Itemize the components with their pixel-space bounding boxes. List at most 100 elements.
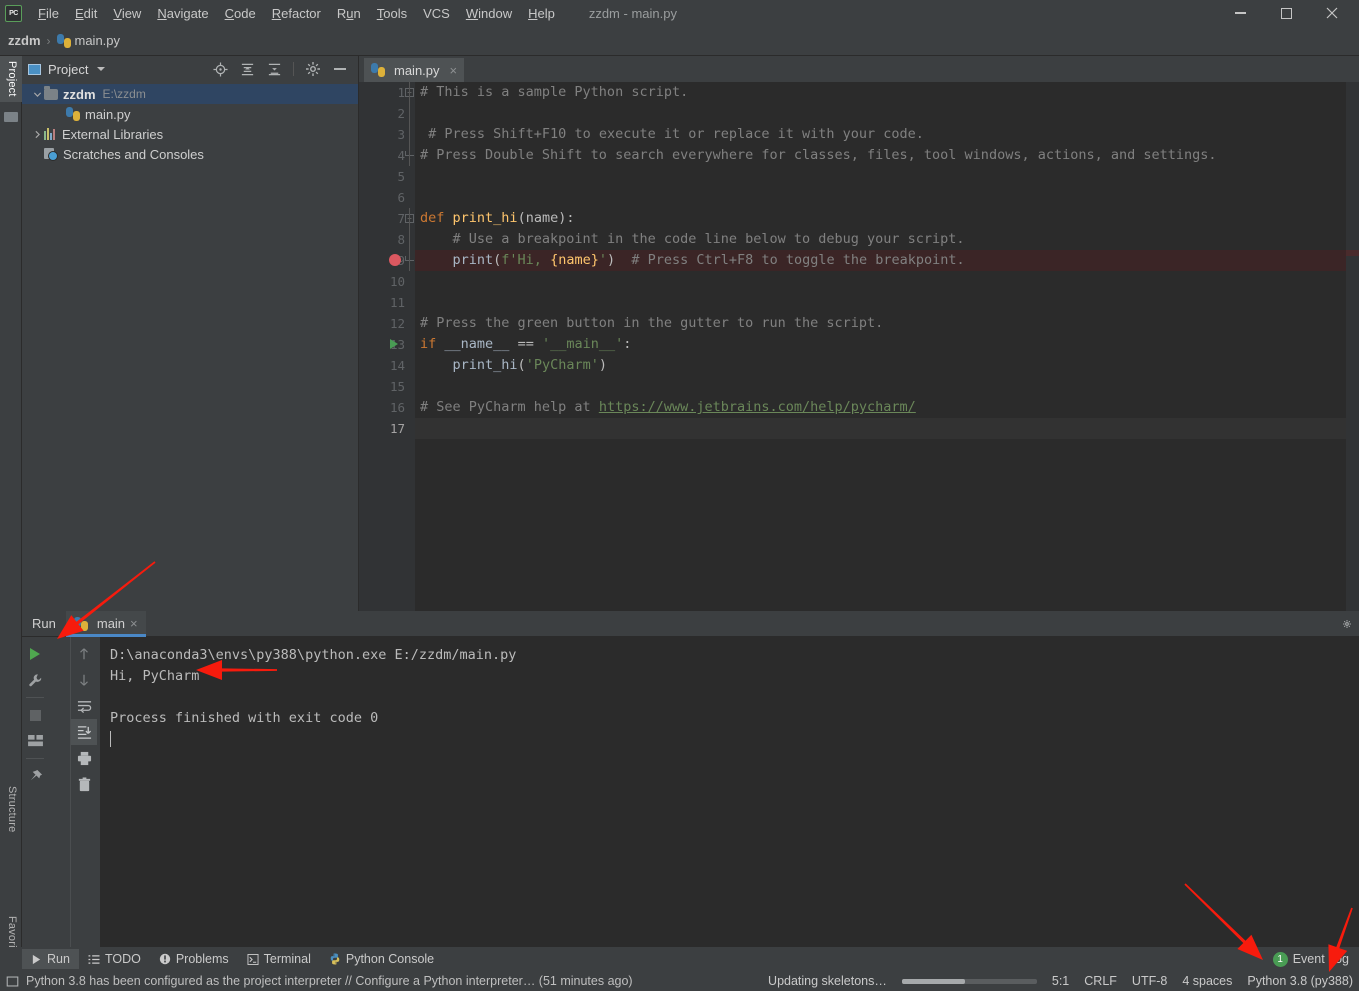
breadcrumb-project[interactable]: zzdm (8, 33, 41, 48)
menu-item-code[interactable]: Code (217, 3, 264, 24)
caret-position[interactable]: 5:1 (1052, 974, 1069, 988)
editor-tab-main-py[interactable]: main.py × (364, 58, 465, 82)
menu-item-view[interactable]: View (105, 3, 149, 24)
run-actions-console[interactable] (70, 637, 100, 947)
scroll-to-end-icon[interactable] (71, 719, 97, 745)
code-line[interactable]: print(f'Hi, {name}') # Press Ctrl+F8 to … (415, 250, 1359, 271)
run-tab-main[interactable]: main × (65, 610, 146, 637)
code-line[interactable]: def print_hi(name): (415, 208, 1359, 229)
menu-item-window[interactable]: Window (458, 3, 520, 24)
collapse-all-icon[interactable] (266, 61, 282, 77)
menu-item-edit[interactable]: Edit (67, 3, 105, 24)
fold-line (409, 103, 410, 124)
code-editor[interactable]: 1−234567−891011121314151617 # This is a … (359, 82, 1359, 611)
minimize-button[interactable] (1217, 0, 1263, 26)
python-file-icon (73, 616, 88, 631)
print-icon[interactable] (71, 745, 97, 771)
bottom-tab-python-console[interactable]: Python Console (320, 949, 443, 969)
tree-node-zzdm[interactable]: zzdm E:\zzdm (22, 84, 358, 104)
rerun-icon[interactable] (22, 641, 48, 667)
menu-item-help[interactable]: Help (520, 3, 563, 24)
left-tool-window-strip: Project Structure Favorites (0, 56, 22, 963)
breakpoint-marker[interactable] (1346, 250, 1359, 256)
code-line[interactable] (415, 292, 1359, 313)
code-line[interactable]: # Use a breakpoint in the code line belo… (415, 229, 1359, 250)
menu-item-vcs[interactable]: VCS (415, 3, 458, 24)
code-line[interactable]: print_hi('PyCharm') (415, 355, 1359, 376)
status-message[interactable]: Python 3.8 has been configured as the pr… (26, 974, 633, 988)
stop-icon[interactable] (22, 702, 48, 728)
code-line[interactable]: # See PyCharm help at https://www.jetbra… (415, 397, 1359, 418)
code-line[interactable] (415, 376, 1359, 397)
expand-all-icon[interactable] (239, 61, 255, 77)
pycharm-logo-icon: PC (5, 4, 22, 22)
trash-icon[interactable] (71, 771, 97, 797)
maximize-button[interactable] (1263, 0, 1309, 26)
run-console-output[interactable]: D:\anaconda3\envs\py388\python.exe E:/zz… (100, 637, 1359, 947)
code-line[interactable] (415, 187, 1359, 208)
close-button[interactable] (1309, 0, 1355, 26)
tree-node-scratches-and-consoles[interactable]: Scratches and Consoles (22, 144, 358, 164)
editor-marker-bar[interactable] (1346, 82, 1359, 611)
event-log-button[interactable]: 1 Event Log (1272, 951, 1359, 967)
menu-item-file[interactable]: File (30, 3, 67, 24)
project-tree[interactable]: zzdm E:\zzdm main.py External Libraries Scra… (22, 82, 358, 164)
run-gutter-icon[interactable] (390, 339, 398, 349)
sidebar-item-structure[interactable]: Structure (0, 781, 22, 837)
code-line[interactable] (415, 103, 1359, 124)
code-line[interactable] (415, 271, 1359, 292)
inspection-widget-icon[interactable] (4, 973, 20, 989)
code-line[interactable] (415, 166, 1359, 187)
menu-item-tools[interactable]: Tools (369, 3, 415, 24)
soft-wrap-icon[interactable] (71, 693, 97, 719)
editor-code-area[interactable]: # This is a sample Python script. # Pres… (415, 82, 1359, 611)
menu-item-refactor[interactable]: Refactor (264, 3, 329, 24)
file-encoding[interactable]: UTF-8 (1132, 974, 1167, 988)
breadcrumb-file[interactable]: main.py (75, 33, 121, 48)
up-arrow-icon[interactable] (71, 641, 97, 667)
line-number: 17 (389, 421, 405, 436)
chevron-down-icon[interactable] (97, 67, 106, 71)
bottom-tab-terminal[interactable]: Terminal (238, 949, 320, 969)
menu-item-run[interactable]: Run (329, 3, 369, 24)
hide-panel-icon[interactable] (332, 61, 348, 77)
down-arrow-icon[interactable] (71, 667, 97, 693)
layout-icon[interactable] (22, 728, 48, 754)
python-interpreter[interactable]: Python 3.8 (py388) (1247, 974, 1353, 988)
code-line[interactable]: # Press the green button in the gutter t… (415, 313, 1359, 334)
code-line[interactable]: # This is a sample Python script. (415, 82, 1359, 103)
bottom-tab-label: Terminal (263, 952, 311, 966)
wrench-icon[interactable] (22, 667, 48, 693)
chevron-down-icon[interactable] (30, 90, 44, 99)
folder-icon[interactable] (4, 112, 18, 124)
code-line[interactable] (415, 418, 1359, 439)
tree-node-path: E:\zzdm (102, 87, 146, 101)
locate-icon[interactable] (212, 61, 228, 77)
line-number: 15 (389, 379, 405, 394)
bottom-tab-problems[interactable]: Problems (150, 949, 238, 969)
run-actions-left[interactable] (22, 637, 48, 947)
chevron-right-icon[interactable] (30, 130, 44, 139)
code-line[interactable]: # Press Double Shift to search everywher… (415, 145, 1359, 166)
line-number: 14 (389, 358, 405, 373)
line-separator[interactable]: CRLF (1084, 974, 1117, 988)
gear-icon[interactable] (1343, 616, 1359, 632)
bottom-tab-todo[interactable]: TODO (79, 949, 150, 969)
menu-item-navigate[interactable]: Navigate (149, 3, 216, 24)
indent-setting[interactable]: 4 spaces (1182, 974, 1232, 988)
code-line[interactable]: if __name__ == '__main__': (415, 334, 1359, 355)
close-icon[interactable]: × (450, 63, 458, 78)
todo-icon (88, 954, 100, 965)
close-icon[interactable]: × (130, 616, 138, 631)
sidebar-item-project[interactable]: Project (0, 56, 22, 102)
pin-icon[interactable] (22, 763, 48, 789)
tree-node-external-libraries[interactable]: External Libraries (22, 124, 358, 144)
pycharm-window: PC File Edit View Navigate Code Refactor Run To… (0, 0, 1359, 991)
bottom-tab-run[interactable]: Run (22, 949, 79, 969)
code-line[interactable]: # Press Shift+F10 to execute it or repla… (415, 124, 1359, 145)
editor-gutter[interactable]: 1−234567−891011121314151617 (359, 82, 415, 611)
gear-icon[interactable] (305, 61, 321, 77)
tree-node-main-py[interactable]: main.py (22, 104, 358, 124)
breakpoint-icon[interactable] (389, 254, 401, 266)
